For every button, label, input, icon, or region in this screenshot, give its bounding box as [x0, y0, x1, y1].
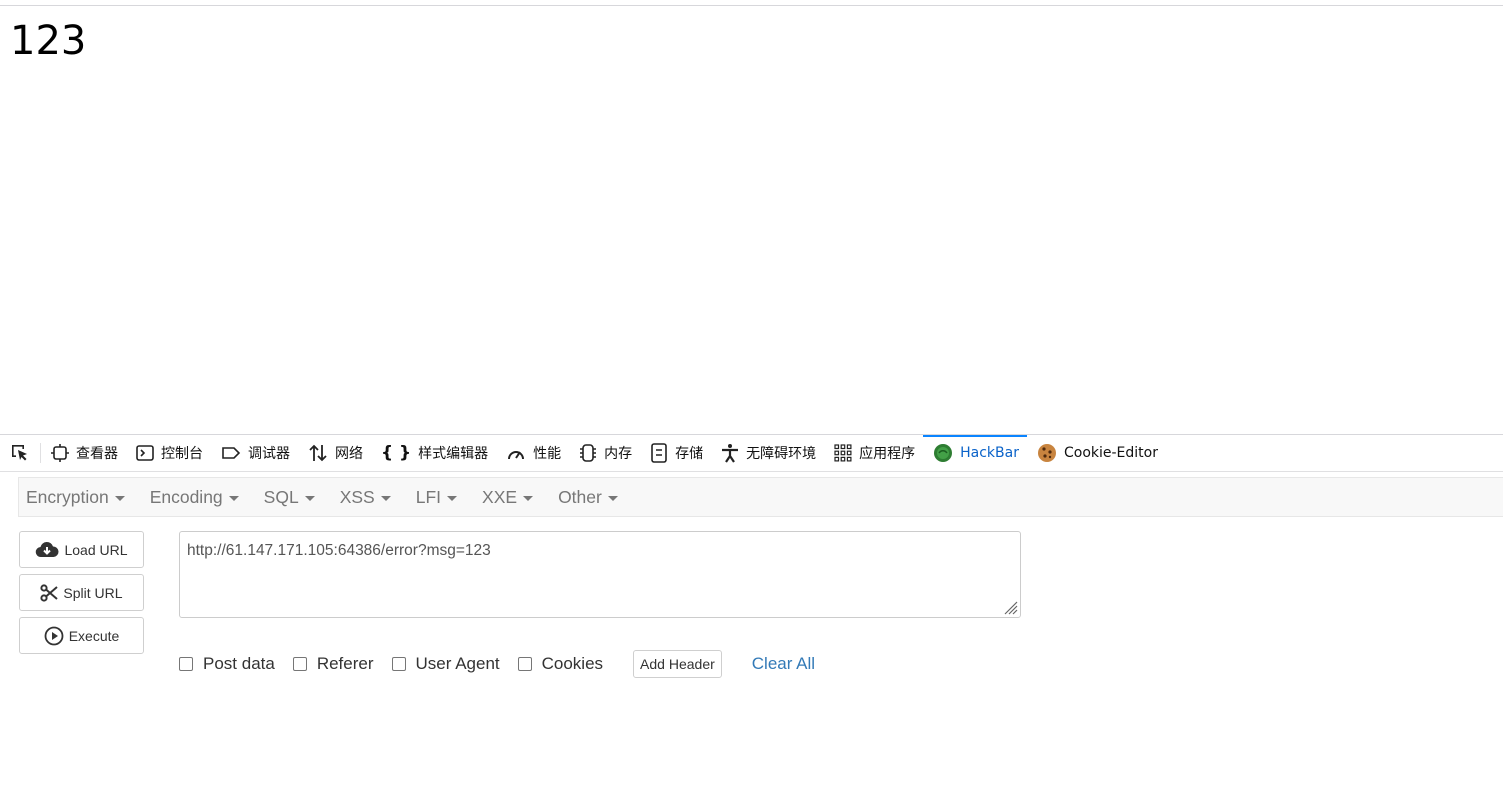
post-data-label: Post data [203, 654, 275, 673]
url-value: http://61.147.171.105:64386/error?msg=12… [187, 542, 491, 559]
storage-icon [650, 443, 668, 463]
caret-down-icon [523, 495, 534, 501]
post-data-checkbox[interactable] [179, 657, 193, 671]
play-circle-icon [44, 626, 64, 646]
scissors-icon [40, 583, 59, 602]
inspector-icon [51, 444, 69, 462]
tab-accessibility[interactable]: 无障碍环境 [711, 435, 824, 471]
tab-style-editor[interactable]: { } 样式编辑器 [371, 435, 496, 471]
cloud-download-icon [35, 541, 59, 559]
cookies-checkbox[interactable] [517, 657, 532, 671]
tab-label: 应用程序 [859, 446, 916, 462]
tab-memory[interactable]: 内存 [569, 435, 640, 471]
debugger-icon [221, 444, 241, 462]
referer-option[interactable]: Referer [292, 654, 374, 674]
caret-down-icon [304, 495, 315, 501]
browser-top-edge [0, 0, 1503, 6]
tab-label: 查看器 [76, 446, 118, 462]
tab-label: 内存 [604, 446, 633, 462]
url-textarea[interactable]: http://61.147.171.105:64386/error?msg=12… [179, 531, 1021, 618]
menu-lfi[interactable]: LFI [408, 487, 465, 508]
caret-down-icon [228, 495, 239, 501]
tab-network[interactable]: 网络 [298, 435, 371, 471]
cookies-option[interactable]: Cookies [517, 654, 604, 674]
menu-other[interactable]: Other [550, 487, 626, 508]
split-url-label: Split URL [63, 584, 123, 601]
cookies-label: Cookies [541, 654, 604, 673]
tab-application[interactable]: 应用程序 [824, 435, 923, 471]
referer-label: Referer [316, 654, 374, 673]
tab-label: 调试器 [248, 446, 290, 462]
menu-label: Encryption [26, 486, 109, 507]
caret-down-icon [607, 495, 618, 501]
tab-performance[interactable]: 性能 [496, 435, 569, 471]
menu-xss[interactable]: XSS [332, 487, 399, 508]
menu-xxe[interactable]: XXE [474, 487, 541, 508]
tab-label: 无障碍环境 [746, 446, 817, 462]
element-picker-icon [12, 445, 27, 461]
menu-encryption[interactable]: Encryption [19, 487, 133, 508]
cookie-icon [1037, 443, 1057, 463]
execute-button[interactable]: Execute [19, 617, 144, 654]
menu-label: Encoding [149, 486, 223, 507]
devtools-tabbar: 查看器 控制台 调试器 网络 { } 样式编辑器 性能 内存 存储 无障碍环境 … [0, 435, 1503, 472]
user-agent-label: User Agent [415, 654, 500, 673]
post-data-option[interactable]: Post data [179, 654, 275, 674]
load-url-button[interactable]: Load URL [19, 531, 144, 568]
style-editor-icon: { } [381, 443, 412, 463]
devtools-panel: 查看器 控制台 调试器 网络 { } 样式编辑器 性能 内存 存储 无障碍环境 … [0, 434, 1503, 801]
tab-label: Cookie-Editor [1063, 445, 1158, 461]
menu-label: XSS [339, 486, 375, 507]
user-agent-option[interactable]: User Agent [391, 654, 500, 674]
tab-console[interactable]: 控制台 [126, 435, 211, 471]
performance-icon [506, 444, 526, 462]
tab-label: 控制台 [161, 446, 203, 462]
menu-encoding[interactable]: Encoding [142, 487, 247, 508]
tab-label: HackBar [960, 445, 1019, 461]
split-url-button[interactable]: Split URL [19, 574, 144, 611]
console-icon [136, 444, 154, 462]
add-header-button[interactable]: Add Header [633, 650, 722, 678]
tab-label: 性能 [533, 446, 562, 462]
tab-hackbar[interactable]: HackBar [923, 435, 1027, 471]
caret-down-icon [380, 495, 391, 501]
tab-label: 存储 [675, 446, 704, 462]
tab-storage[interactable]: 存储 [640, 435, 711, 471]
element-picker-button[interactable] [0, 443, 41, 463]
hackbar-icon [933, 443, 953, 463]
tab-inspector[interactable]: 查看器 [41, 435, 126, 471]
menu-label: SQL [263, 486, 299, 507]
menu-label: LFI [415, 486, 442, 507]
accessibility-icon [721, 443, 739, 463]
hackbar-menubar: Encryption Encoding SQL XSS LFI XXE Othe… [18, 477, 1503, 517]
menu-sql[interactable]: SQL [256, 487, 323, 508]
tab-label: 网络 [335, 446, 363, 462]
application-icon [834, 444, 852, 462]
memory-icon [579, 443, 597, 463]
tab-label: 样式编辑器 [418, 446, 489, 462]
referer-checkbox[interactable] [292, 657, 307, 671]
caret-down-icon [114, 495, 125, 501]
clear-all-link[interactable]: Clear All [752, 654, 815, 674]
menu-label: Other [558, 486, 602, 507]
load-url-label: Load URL [64, 541, 128, 558]
tab-debugger[interactable]: 调试器 [211, 435, 298, 471]
page-body-text: 123 [10, 18, 87, 64]
tab-cookie-editor[interactable]: Cookie-Editor [1027, 435, 1166, 471]
caret-down-icon [447, 495, 458, 501]
hackbar-options-row: Post data Referer User Agent Cookies Add… [179, 649, 815, 679]
network-icon [308, 443, 328, 463]
menu-label: XXE [482, 486, 518, 507]
user-agent-checkbox[interactable] [391, 657, 406, 671]
resize-grip-icon[interactable] [1002, 599, 1018, 615]
execute-label: Execute [68, 627, 120, 644]
